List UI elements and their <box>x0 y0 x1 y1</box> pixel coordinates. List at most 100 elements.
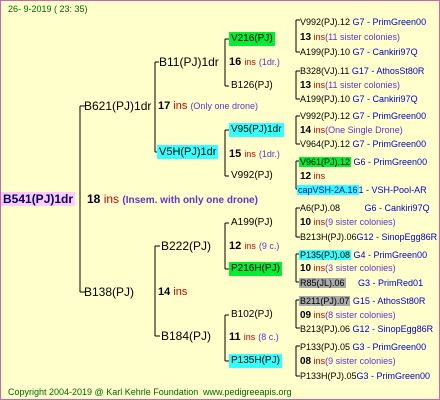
gen4-info: G3 - PrimRed01 <box>358 278 424 288</box>
gen3-name: V216(PJ) <box>229 32 275 46</box>
gen3-ins-count: 12 <box>300 171 312 182</box>
gen3-name: V95(PJ)1dr <box>229 123 284 137</box>
root-note: (Insem. with only one drone) <box>122 195 258 206</box>
gen1-ins-count: 14 <box>158 286 171 298</box>
gen4-entry: B213(PJ).06 G12 - SinopEgg86R <box>300 322 433 336</box>
gen3-ins-line: 12 ins <box>300 171 326 182</box>
gen3-ins-line: 10 ins(9 sister colonies) <box>300 217 396 228</box>
gen4-name: B213H(PJ).06 <box>300 232 357 242</box>
footer-site-link[interactable]: www.pedigreeapis.org <box>203 385 292 399</box>
gen1-ins-unit: ins <box>173 286 188 298</box>
gen4-info: G6 - Cankiri97Q <box>364 203 430 213</box>
gen4-entry: R85(JL).06 G3 - PrimRed01 <box>299 276 423 290</box>
gen4-info: G6 - PrimGreen00 <box>353 157 428 167</box>
footer-copyright: Copyright 2004-2019 @ Karl Kehrle Founda… <box>8 387 199 397</box>
gen2-note: (1dr.) <box>258 149 280 159</box>
gen3-name: P135H(PJ) <box>229 354 282 368</box>
gen3-note: (8 sister colonies) <box>325 310 396 320</box>
gen3-ins-line: 10 ins(3 sister colonies) <box>300 263 396 274</box>
gen3-ins-count: 13 <box>300 32 312 43</box>
gen2-ins-count: 11 <box>229 331 241 343</box>
gen4-info: G7 - PrimGreen00 <box>352 17 427 27</box>
gen3-name: P216H(PJ) <box>229 262 282 276</box>
gen4-name: R85(JL).06 <box>299 278 346 288</box>
gen2-name: V5H(PJ)1dr <box>157 145 219 159</box>
gen2-name: B184(PJ) <box>161 329 212 343</box>
gen2-ins-unit: ins <box>244 241 256 251</box>
gen3-ins-count: 08 <box>300 356 312 367</box>
gen2-ins-count: 15 <box>229 148 242 160</box>
gen4-entry: V964(PJ).12 G7 - PrimGreen00 <box>300 137 426 151</box>
gen4-name: B213(PJ).06 <box>300 324 351 334</box>
gen4-name: A199(PJ).10 <box>300 94 351 104</box>
gen4-name: V992(PJ).12 <box>300 17 351 27</box>
gen2-ins-count: 16 <box>229 56 242 68</box>
gen2-name: B11(PJ)1dr <box>159 55 219 69</box>
gen1-name: B138(PJ) <box>84 285 135 299</box>
gen4-info: G7 - Cankiri97Q <box>352 47 418 57</box>
gen3-ins-line: 13 ins(11 sister colonies) <box>300 80 401 91</box>
gen4-name: B328(VJ).11 <box>300 66 350 76</box>
gen4-name: V992(PJ).12 <box>300 111 351 121</box>
gen2-ins-line: 15 ins (1dr.) <box>229 147 280 161</box>
gen4-name: P135(PJ).08 <box>299 250 352 260</box>
gen4-info: G17 - AthosSt80R <box>351 66 425 76</box>
gen3-name: A199(PJ) <box>231 217 273 228</box>
gen4-entry: P133(PJ).05 G3 - PrimGreen00 <box>300 340 426 354</box>
gen3-ins-count: 09 <box>300 310 312 321</box>
gen1-ins-line: 17 ins (Only one drone) <box>158 99 258 113</box>
gen4-entry: A199(PJ).10 G7 - Cankiri97Q <box>300 92 418 106</box>
header-date: 26- 9-2019 ( 23: 35) <box>8 4 88 14</box>
gen2-ins-line: 16 ins (1dr.) <box>229 55 280 69</box>
gen4-info: G7 - PrimGreen00 <box>352 111 427 121</box>
gen4-info: 1 - VSH-Pool-AR <box>358 185 427 195</box>
gen3-note: (11 sister colonies) <box>325 80 401 90</box>
gen3-ins-count: 10 <box>300 263 312 274</box>
gen4-info: G15 - AthosSt80R <box>352 296 426 306</box>
gen4-info: G12 - SinopEgg86R <box>356 232 438 242</box>
gen4-info: G7 - PrimGreen00 <box>352 139 427 149</box>
gen4-entry: A6(PJ).08 G6 - Cankiri97Q <box>300 201 430 215</box>
gen2-ins-line: 12 ins (9 c.) <box>229 239 279 253</box>
root-name: B541(PJ)1dr <box>1 192 76 206</box>
gen3-ins-line: 08 ins(9 sister colonies) <box>300 356 396 367</box>
gen4-entry: V992(PJ).12 G7 - PrimGreen00 <box>300 109 426 123</box>
gen4-name: B211(PJ).07 <box>299 296 351 306</box>
gen2-name: B222(PJ) <box>161 239 212 253</box>
gen4-info: G7 - Cankiri97Q <box>352 94 418 104</box>
gen2-ins-count: 12 <box>229 240 242 252</box>
gen2-ins-unit: ins <box>244 57 256 67</box>
gen3-note: (One Single Drone) <box>325 125 403 135</box>
gen3-name: B102(PJ) <box>231 309 273 320</box>
gen4-name: P133H(PJ).05 <box>300 371 357 381</box>
gen4-name: V961(PJ).12 <box>299 157 352 167</box>
gen3-name: V992(PJ) <box>231 170 273 181</box>
gen2-ins-unit: ins <box>243 332 256 342</box>
gen2-ins-unit: ins <box>244 149 256 159</box>
gen3-note: (11 sister colonies) <box>325 32 401 42</box>
gen1-ins-line: 14 ins <box>158 285 187 299</box>
gen4-info: G4 - PrimGreen00 <box>353 250 428 260</box>
gen2-ins-line: 11 ins (8 c.) <box>229 330 279 344</box>
gen3-ins-line: 09 ins(8 sister colonies) <box>300 310 396 321</box>
gen4-name: capVSH-2A.16 <box>297 185 359 195</box>
gen4-entry: B328(VJ).11 G17 - AthosSt80R <box>300 64 424 78</box>
gen4-entry: capVSH-2A.161 - VSH-Pool-AR <box>297 183 427 197</box>
gen4-entry: B211(PJ).07 G15 - AthosSt80R <box>299 294 425 308</box>
root-ins-line: 18 ins (Insem. with only one drone) <box>87 192 258 208</box>
gen1-ins-unit: ins <box>173 100 188 112</box>
gen4-entry: V961(PJ).12 G6 - PrimGreen00 <box>299 155 427 169</box>
root-ins-count: 18 <box>87 192 101 206</box>
gen3-note: (9 sister colonies) <box>325 217 396 227</box>
gen4-name: P133(PJ).05 <box>300 342 351 352</box>
gen3-ins-count: 13 <box>300 80 312 91</box>
gen3-ins-count: 10 <box>300 217 312 228</box>
root-ins-unit: ins <box>103 192 120 206</box>
gen4-info: G3 - PrimGreen00 <box>356 371 431 381</box>
gen4-name: V964(PJ).12 <box>300 139 351 149</box>
gen2-note: (9 c.) <box>258 241 280 251</box>
gen4-name: A6(PJ).08 <box>300 203 341 213</box>
gen3-ins-line: 14 ins(One Single Drone) <box>300 125 403 136</box>
gen2-note: (1dr.) <box>258 57 280 67</box>
gen4-entry: B213H(PJ).06G12 - SinopEgg86R <box>300 230 437 244</box>
